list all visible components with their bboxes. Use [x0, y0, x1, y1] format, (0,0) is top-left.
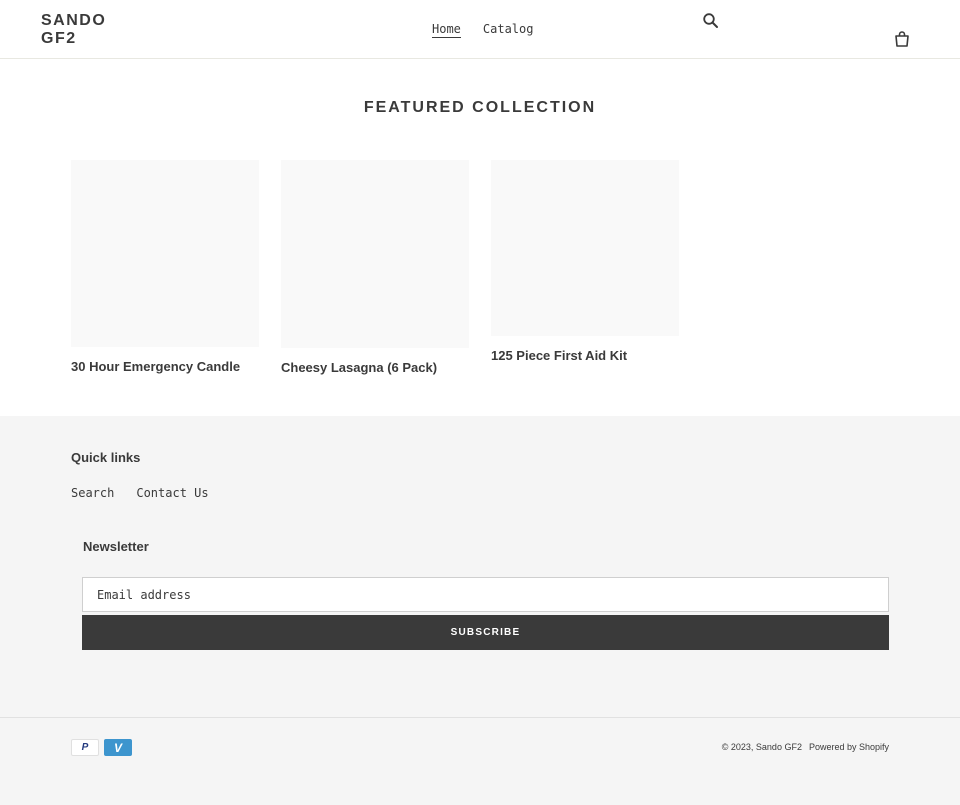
quick-links: Search Contact Us [71, 486, 209, 500]
email-field[interactable] [82, 577, 889, 612]
product-image[interactable] [491, 160, 679, 336]
section-title: FEATURED COLLECTION [363, 99, 597, 116]
search-icon[interactable] [702, 12, 720, 30]
product-title[interactable]: Cheesy Lasagna (6 Pack) [281, 360, 469, 375]
product-card[interactable]: 30 Hour Emergency Candle [71, 160, 259, 374]
quick-links-title: Quick links [71, 450, 141, 465]
main-nav: Home Catalog [432, 21, 533, 38]
subscribe-button[interactable]: SUBSCRIBE [82, 615, 889, 650]
cart-icon[interactable] [893, 30, 911, 48]
footer-divider [0, 717, 960, 718]
product-card[interactable]: Cheesy Lasagna (6 Pack) [281, 160, 469, 375]
site-header: SANDO GF2 Home Catalog [0, 0, 960, 59]
product-title[interactable]: 30 Hour Emergency Candle [71, 359, 259, 374]
newsletter-title: Newsletter [83, 539, 149, 554]
venmo-icon: V [104, 739, 132, 756]
site-logo[interactable]: SANDO GF2 [41, 12, 121, 48]
product-image[interactable] [281, 160, 469, 348]
product-card[interactable]: 125 Piece First Aid Kit [491, 160, 679, 363]
copyright: © 2023, Sando GF2 Powered by Shopify [722, 742, 889, 752]
nav-home[interactable]: Home [432, 21, 461, 38]
footer-link-search[interactable]: Search [71, 486, 114, 500]
product-title[interactable]: 125 Piece First Aid Kit [491, 348, 679, 363]
copyright-text[interactable]: © 2023, Sando GF2 [722, 742, 802, 752]
product-image[interactable] [71, 160, 259, 347]
powered-by-link[interactable]: Powered by Shopify [809, 742, 889, 752]
footer-link-contact[interactable]: Contact Us [136, 486, 208, 500]
nav-catalog[interactable]: Catalog [483, 21, 534, 38]
paypal-icon: P [71, 739, 99, 756]
